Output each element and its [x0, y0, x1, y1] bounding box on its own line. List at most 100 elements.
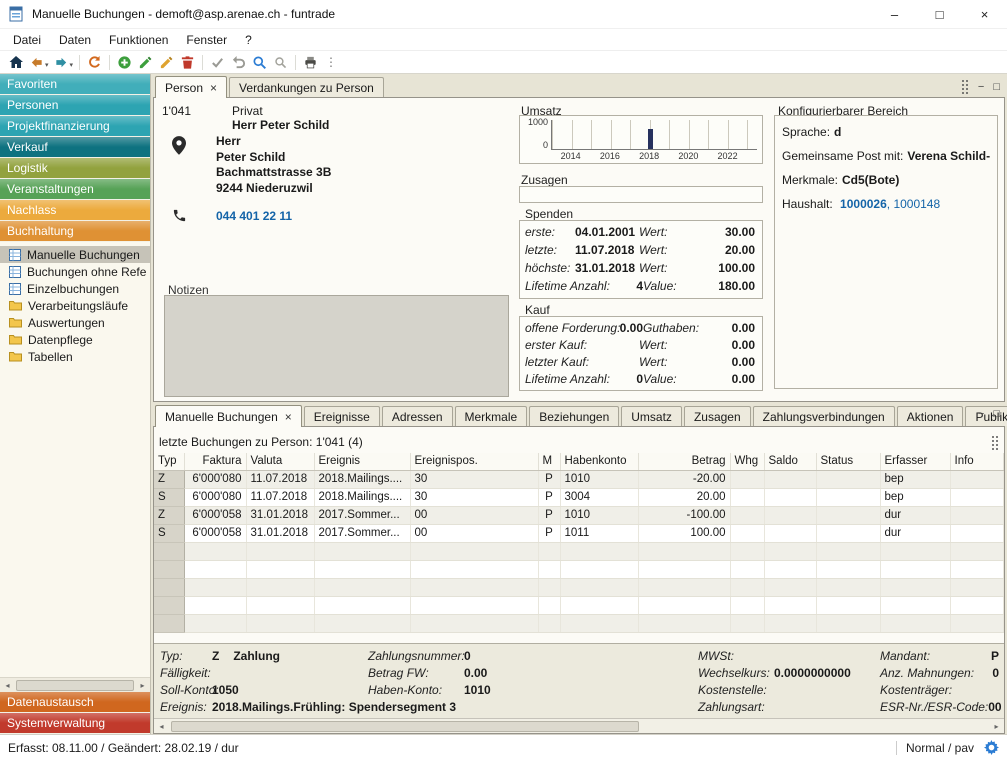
column-header[interactable]: Typ [154, 453, 184, 470]
cell[interactable]: P [538, 506, 560, 524]
sidebar-section-favoriten[interactable]: Favoriten [0, 74, 150, 95]
menu-funktionen[interactable]: Funktionen [100, 31, 177, 49]
toolbar-overflow-icon[interactable]: ⋮ [325, 55, 336, 69]
table-row[interactable]: S6'000'08011.07.20182018.Mailings....30P… [154, 488, 1004, 506]
close-icon[interactable]: × [210, 83, 217, 93]
scroll-left-icon[interactable]: ◂ [154, 722, 169, 731]
column-header[interactable]: Saldo [764, 453, 816, 470]
column-header[interactable]: Ereignispos. [410, 453, 538, 470]
sidebar-section-verkauf[interactable]: Verkauf [0, 137, 150, 158]
tab-adressen[interactable]: Adressen [382, 406, 453, 426]
gear-icon[interactable] [984, 740, 999, 755]
cell[interactable]: P [538, 488, 560, 506]
sidebar-section-datenaustausch[interactable]: Datenaustausch [0, 692, 150, 713]
cell[interactable] [730, 506, 764, 524]
edit-icon[interactable] [156, 52, 177, 73]
column-header[interactable]: Betrag [638, 453, 730, 470]
column-header[interactable]: Habenkonto [560, 453, 638, 470]
cell[interactable]: 11.07.2018 [246, 470, 314, 488]
cell[interactable]: 2017.Sommer... [314, 506, 410, 524]
column-header[interactable]: Faktura [184, 453, 246, 470]
table-row-empty[interactable] [154, 578, 1004, 596]
cell[interactable]: 6'000'080 [184, 470, 246, 488]
tree-item-verarbeitungslaeufe[interactable]: Verarbeitungsläufe [0, 297, 150, 314]
panel-maximize-button[interactable]: □ [993, 81, 1000, 93]
tab-merkmale[interactable]: Merkmale [455, 406, 528, 426]
delete-icon[interactable] [177, 52, 198, 73]
cell[interactable]: 1010 [560, 506, 638, 524]
cell[interactable]: P [538, 524, 560, 542]
cell[interactable]: dur [880, 524, 950, 542]
column-header[interactable]: Valuta [246, 453, 314, 470]
column-header[interactable]: Info [950, 453, 1004, 470]
sidebar-section-systemverwaltung[interactable]: Systemverwaltung [0, 713, 150, 734]
menu-fenster[interactable]: Fenster [177, 31, 236, 49]
tree-item-auswertungen[interactable]: Auswertungen [0, 314, 150, 331]
notizen-box[interactable] [164, 295, 509, 397]
cell[interactable]: 00 [410, 524, 538, 542]
scroll-right-icon[interactable]: ▸ [989, 722, 1004, 731]
cell[interactable]: 6'000'058 [184, 524, 246, 542]
cell[interactable]: 3004 [560, 488, 638, 506]
menu-datei[interactable]: Datei [4, 31, 50, 49]
scrollbar-thumb[interactable] [16, 680, 134, 691]
scroll-right-icon[interactable]: ▸ [135, 681, 150, 690]
phone-link[interactable]: 044 401 22 11 [216, 209, 292, 223]
column-header[interactable]: M [538, 453, 560, 470]
print-icon[interactable] [300, 52, 321, 73]
tab-verdankungen-zu-person[interactable]: Verdankungen zu Person [229, 77, 384, 97]
back-dropdown-icon[interactable]: ▾ [45, 61, 49, 69]
bookings-horizontal-scrollbar[interactable]: ◂ ▸ [154, 718, 1004, 733]
cell[interactable] [764, 524, 816, 542]
cell[interactable]: 6'000'058 [184, 506, 246, 524]
sidebar-horizontal-scrollbar[interactable]: ◂ ▸ [0, 677, 150, 692]
cell[interactable] [730, 470, 764, 488]
home-icon[interactable] [5, 52, 26, 73]
table-row-empty[interactable] [154, 596, 1004, 614]
window-maximize-button[interactable]: □ [917, 0, 962, 28]
cell[interactable]: 00 [410, 506, 538, 524]
cell[interactable]: 31.01.2018 [246, 524, 314, 542]
tab-zahlungsverbindungen[interactable]: Zahlungsverbindungen [753, 406, 895, 426]
cell[interactable] [816, 506, 880, 524]
cell[interactable] [950, 524, 1004, 542]
cell[interactable]: 1010 [560, 470, 638, 488]
back-icon[interactable] [26, 52, 47, 73]
cell[interactable] [950, 470, 1004, 488]
sidebar-section-personen[interactable]: Personen [0, 95, 150, 116]
sidebar-section-buchhaltung[interactable]: Buchhaltung [0, 221, 150, 242]
panel-options-icon[interactable] [991, 435, 999, 451]
cell[interactable]: 30 [410, 470, 538, 488]
cell[interactable] [816, 470, 880, 488]
tab-umsatz[interactable]: Umsatz [621, 406, 682, 426]
cell[interactable] [764, 488, 816, 506]
confirm-icon[interactable] [207, 52, 228, 73]
cell[interactable]: Z [154, 470, 184, 488]
cell[interactable]: 1011 [560, 524, 638, 542]
sidebar-section-veranstaltungen[interactable]: Veranstaltungen [0, 179, 150, 200]
cell[interactable]: Z [154, 506, 184, 524]
table-row-empty[interactable] [154, 614, 1004, 632]
search-icon[interactable] [249, 52, 270, 73]
cell[interactable]: 31.01.2018 [246, 506, 314, 524]
tab-person[interactable]: Person × [155, 76, 227, 98]
panel-minimize-button[interactable]: − [978, 408, 984, 420]
cell[interactable] [764, 506, 816, 524]
column-header[interactable]: Erfasser [880, 453, 950, 470]
scrollbar-thumb[interactable] [171, 721, 639, 732]
undo-icon[interactable] [228, 52, 249, 73]
window-close-button[interactable]: × [962, 0, 1007, 28]
cell[interactable]: -100.00 [638, 506, 730, 524]
cell[interactable] [950, 506, 1004, 524]
add-edit-icon[interactable] [135, 52, 156, 73]
sidebar-section-projektfinanzierung[interactable]: Projektfinanzierung [0, 116, 150, 137]
column-header[interactable]: Ereignis [314, 453, 410, 470]
forward-icon[interactable] [51, 52, 72, 73]
panel-maximize-button[interactable]: □ [993, 408, 1000, 420]
cell[interactable] [816, 524, 880, 542]
panel-options-icon[interactable] [961, 79, 969, 95]
cell[interactable]: 2018.Mailings.... [314, 470, 410, 488]
column-header[interactable]: Status [816, 453, 880, 470]
tab-ereignisse[interactable]: Ereignisse [304, 406, 380, 426]
cell[interactable]: 2018.Mailings.... [314, 488, 410, 506]
